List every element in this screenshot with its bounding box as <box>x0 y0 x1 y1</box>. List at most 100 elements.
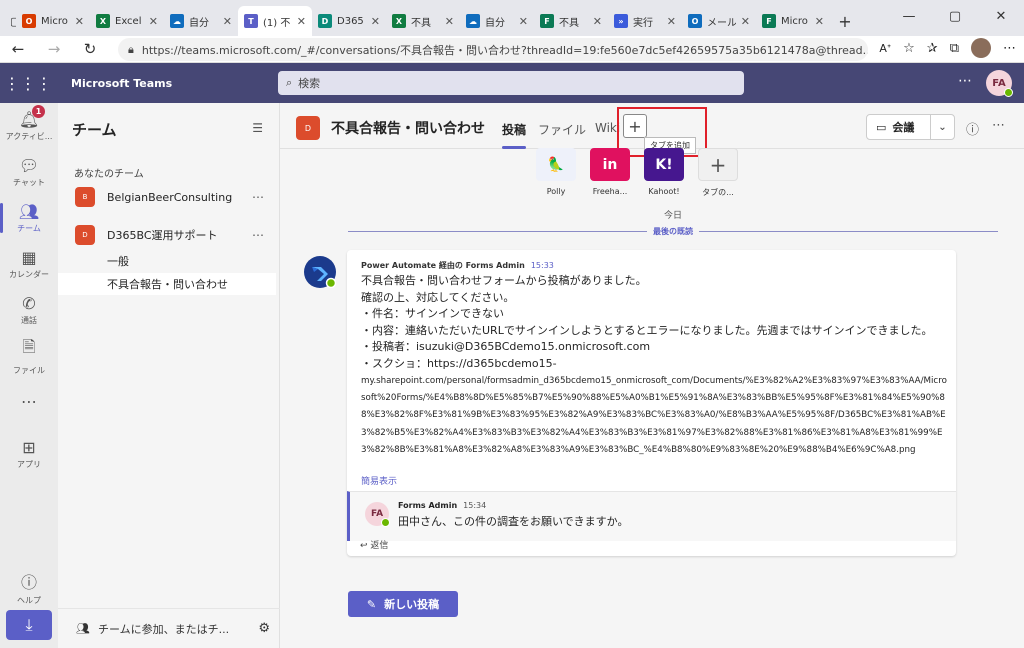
browser-tab[interactable]: T (1) 不 ✕ <box>238 6 312 36</box>
channel-item-general[interactable]: 一般 <box>58 250 276 272</box>
browser-tab[interactable]: X Excel ✕ <box>90 6 164 36</box>
back-icon[interactable]: ← <box>0 40 36 58</box>
close-icon[interactable]: ✕ <box>445 15 454 28</box>
favorite-star-icon[interactable]: ☆ <box>903 41 915 56</box>
video-camera-icon: ▭ <box>876 120 887 134</box>
more-options-icon[interactable]: ⋯ <box>958 73 972 89</box>
tab-favicon-icon: O <box>688 14 702 28</box>
close-icon[interactable]: ✕ <box>519 15 528 28</box>
last-read-divider: 最後の既読 <box>348 224 998 238</box>
reply-button[interactable]: ↩ 返信 <box>360 538 388 551</box>
meet-button[interactable]: ▭ 会議 ⌄ <box>866 114 955 140</box>
browser-tab[interactable]: O メール ✕ <box>682 6 756 36</box>
close-icon[interactable]: ✕ <box>149 15 158 28</box>
favorites-icon[interactable]: ✰ <box>927 41 938 56</box>
gear-icon[interactable]: ⚙ <box>258 621 270 636</box>
close-icon[interactable]: ✕ <box>297 15 306 28</box>
filter-icon[interactable]: ☰ <box>252 121 263 135</box>
show-less-link[interactable]: 簡易表示 <box>361 474 397 487</box>
join-team-icon: 👥︎ <box>76 622 90 635</box>
browser-profile-avatar[interactable] <box>971 38 991 58</box>
app-tile[interactable]: 🦜 Polly <box>536 148 576 198</box>
url-field[interactable]: 🔒︎ https://teams.microsoft.com/_#/conver… <box>118 38 868 61</box>
screenshot-link[interactable]: my.sharepoint.com/personal/formsadmin_d3… <box>361 373 951 460</box>
lock-icon: 🔒︎ <box>128 42 134 56</box>
reply-label: 返信 <box>370 541 389 551</box>
user-avatar[interactable]: FA <box>986 70 1013 97</box>
info-icon[interactable]: ⓘ <box>966 119 979 138</box>
tab-title: (1) 不 <box>263 17 291 29</box>
join-team-button[interactable]: 👥︎ チームに参加、またはチ... ⚙ <box>58 608 280 648</box>
rail-item-apps[interactable]: ⊞ アプリ <box>0 431 58 477</box>
channel-item-bug-report[interactable]: 不具合報告・問い合わせ <box>58 273 276 295</box>
team-item-belgianbeer[interactable]: B BelgianBeerConsulting ⋯ <box>58 184 280 210</box>
close-icon[interactable]: ✕ <box>815 15 824 28</box>
team-avatar: B <box>75 187 95 207</box>
chevron-down-icon[interactable]: ⌄ <box>930 115 954 139</box>
rail-item-phone[interactable]: ✆ 通話 <box>0 287 58 333</box>
tab-posts[interactable]: 投稿 <box>502 121 527 149</box>
refresh-icon[interactable]: ↻ <box>72 40 108 58</box>
close-window-button[interactable]: ✕ <box>978 0 1024 32</box>
close-icon[interactable]: ✕ <box>741 15 750 28</box>
presence-indicator <box>1004 88 1013 97</box>
search-input[interactable]: ⌕ 検索 <box>278 71 744 95</box>
rail-label: ファイル <box>13 366 45 375</box>
browser-tab[interactable]: D D365 ✕ <box>312 6 386 36</box>
tab-favicon-icon: » <box>614 14 628 28</box>
browser-tab[interactable]: ☁ 自分 ✕ <box>460 6 534 36</box>
apps-icon: ⊞ <box>22 438 36 457</box>
window-controls: — ▢ ✕ <box>886 0 1024 32</box>
rail-item-bell[interactable]: 🔔︎ アクティビ... 1 <box>0 103 58 149</box>
tab-favicon-icon: O <box>22 14 36 28</box>
app-icon: in <box>590 148 630 181</box>
app-tile[interactable]: in Freeha... <box>590 148 630 198</box>
rail-item-calendar[interactable]: ▦ カレンダー <box>0 241 58 287</box>
user-initials: FA <box>992 77 1006 89</box>
browser-tab[interactable]: O Micro ✕ <box>16 6 90 36</box>
close-icon[interactable]: ✕ <box>371 15 380 28</box>
forward-icon[interactable]: → <box>36 40 72 58</box>
channel-main: D 不具合報告・問い合わせ 投稿 ファイル Wiki + タブを追加 ▭ 会議 … <box>280 103 1024 648</box>
close-icon[interactable]: ✕ <box>667 15 676 28</box>
app-launcher-icon[interactable]: ⋮⋮⋮ <box>0 74 56 93</box>
app-tile[interactable]: K! Kahoot! <box>644 148 684 198</box>
chat-icon: 💬︎ <box>18 156 40 175</box>
more-options-icon[interactable]: ⋯ <box>992 118 1005 133</box>
browser-menu-icon[interactable]: ⋯ <box>1003 41 1016 56</box>
browser-tab[interactable]: X 不具 ✕ <box>386 6 460 36</box>
tab-files[interactable]: ファイル <box>538 121 586 138</box>
meet-label: 会議 <box>892 121 915 134</box>
help-button[interactable]: ⓘ ヘルプ <box>0 564 58 610</box>
browser-tab[interactable]: » 実行 ✕ <box>608 6 682 36</box>
close-icon[interactable]: ✕ <box>75 15 84 28</box>
minimize-button[interactable]: — <box>886 0 932 32</box>
app-tile[interactable]: + タブの... <box>698 148 738 198</box>
url-text: https://teams.microsoft.com/_#/conversat… <box>141 43 868 57</box>
browser-tab[interactable]: ▢ <box>0 6 16 36</box>
new-tab-button[interactable]: + <box>830 6 860 36</box>
browser-tab[interactable]: F Micro ✕ <box>756 6 830 36</box>
maximize-button[interactable]: ▢ <box>932 0 978 32</box>
close-icon[interactable]: ✕ <box>593 15 602 28</box>
rail-item-more[interactable]: ⋯ <box>0 379 58 425</box>
rail-item-chat[interactable]: 💬︎ チャット <box>0 149 58 195</box>
team-more-icon[interactable]: ⋯ <box>252 190 264 204</box>
tab-title: 不具 <box>411 17 431 29</box>
close-icon[interactable]: ✕ <box>223 15 232 28</box>
team-item-d365bc[interactable]: D D365BC運用サポート ⋯ <box>58 222 280 248</box>
download-button[interactable]: ⤓ <box>6 610 52 640</box>
browser-tab[interactable]: F 不具 ✕ <box>534 6 608 36</box>
team-more-icon[interactable]: ⋯ <box>252 228 264 242</box>
tab-favicon-icon: ☁ <box>466 14 480 28</box>
new-post-button[interactable]: ✎ 新しい投稿 <box>348 591 458 617</box>
read-aloud-icon[interactable]: Aᐩ <box>879 42 891 55</box>
collections-icon[interactable]: ⧉ <box>950 41 959 56</box>
app-icon: + <box>698 148 738 181</box>
browser-tab[interactable]: ☁ 自分 ✕ <box>164 6 238 36</box>
tab-title: 実行 <box>633 17 653 29</box>
rail-item-file[interactable]: 🗎 ファイル <box>0 333 58 379</box>
message-line: ・投稿者：isuzuki@D365BCdemo15.onmicrosoft.co… <box>361 340 651 354</box>
rail-item-teams[interactable]: 👥︎ チーム <box>0 195 58 241</box>
help-label: ヘルプ <box>17 595 41 605</box>
